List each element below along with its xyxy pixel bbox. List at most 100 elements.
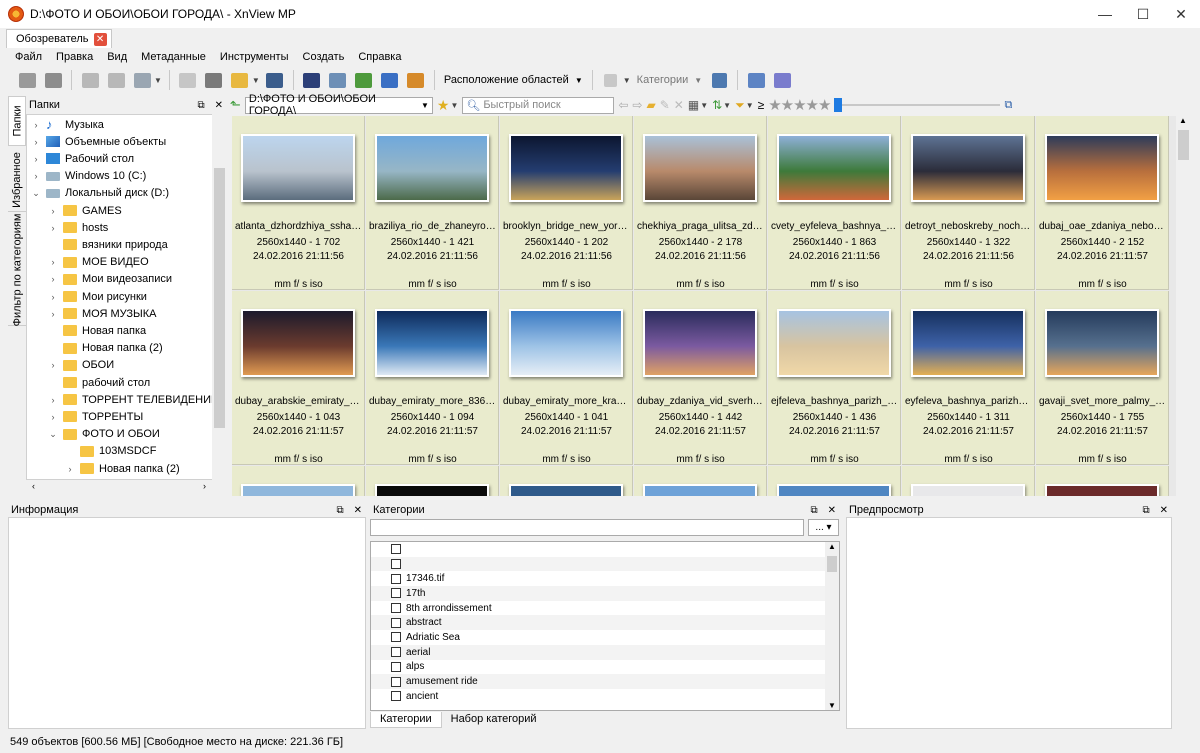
category-scrollbar[interactable]: ▲ ▼ [825,542,839,710]
category-item[interactable]: abstract [371,615,839,631]
thumbnail-image[interactable] [1045,134,1159,202]
scroll-up-icon[interactable]: ▲ [828,542,836,551]
thumbnail-item[interactable]: chekhiya_praga_ulitsa_zdani... 2560x1440 … [634,116,767,290]
menu-view[interactable]: Вид [100,51,134,63]
thumbnail-image[interactable] [509,309,623,377]
vtab-category-filter[interactable]: Фильтр по категориям [8,213,26,326]
thumbnail-image[interactable] [1045,484,1159,496]
menu-file[interactable]: Файл [8,51,49,63]
expand-icon[interactable]: › [48,223,58,233]
sort-icon[interactable]: ⇅ [712,98,722,112]
tab-browser[interactable]: Обозреватель ✕ [6,29,112,48]
thumbnail-item[interactable]: brooklyn_bridge_new_york_... 2560x1440 - … [500,116,633,290]
expand-icon[interactable]: › [48,360,58,370]
tree-item[interactable]: › ТОРРЕНТ ТЕЛЕВИДЕНИЕ [48,391,219,408]
rotate-right-icon[interactable] [105,69,127,91]
tree-view-icon[interactable] [708,69,730,91]
thumbnail-image[interactable] [777,309,891,377]
scroll-right-icon[interactable]: › [203,481,206,491]
thumbnail-item[interactable] [366,466,499,496]
tree-item[interactable]: › МОЕ ВИДЕО [48,254,149,271]
expand-icon[interactable]: › [31,137,41,147]
category-item[interactable]: alps [371,660,839,675]
expand-icon[interactable]: › [31,154,41,164]
image-menu-icon[interactable] [131,69,153,91]
settings-icon[interactable] [745,69,767,91]
thumbnail-item[interactable]: eyfeleva_bashnya_parizh_n... 2560x1440 - … [902,291,1035,465]
category-checkbox[interactable] [391,676,401,687]
back-view-icon[interactable] [16,69,38,91]
tree-item[interactable]: › Мои видеозаписи [48,271,173,288]
go-up-icon[interactable]: ⬑ [230,97,241,113]
category-item[interactable]: 8th arrondissement [371,601,839,616]
category-item[interactable]: 17346.tif [371,571,839,586]
menu-help[interactable]: Справка [351,51,408,63]
undock-icon[interactable]: ⧉ [1142,505,1149,516]
tree-item[interactable]: Новая папка [48,322,146,339]
fullscreen-icon[interactable] [42,69,64,91]
scroll-thumb[interactable] [214,168,225,428]
close-icon[interactable]: ✕ [354,505,362,516]
tree-item[interactable]: Новая папка (2) [48,340,163,357]
thumbnail-item[interactable] [232,466,365,496]
thumbnail-image[interactable] [777,484,891,496]
tree-item[interactable]: › Мои рисунки [48,288,147,305]
rating-filter-stars[interactable]: ★★★★★ [768,96,831,114]
categories-toolbar-icon[interactable] [600,69,622,91]
tree-item[interactable]: › ТОРРЕНТЫ [48,408,144,425]
category-item[interactable] [371,556,839,572]
collapse-icon[interactable]: ⌄ [31,188,41,199]
thumbnail-item[interactable]: ejfeleva_bashnya_parizh_zol... 2560x1440 … [768,291,901,465]
category-checkbox[interactable] [391,588,401,599]
tree-item[interactable]: › hosts [48,219,109,236]
layout-dropdown[interactable]: Расположение областей ▼ [442,74,585,86]
tree-item[interactable]: › ♪ Музыка [31,116,104,133]
category-checkbox[interactable] [391,647,401,658]
print-icon[interactable] [203,69,225,91]
maximize-button[interactable]: ☐ [1124,0,1162,28]
category-checkbox[interactable] [391,617,401,628]
menu-tools[interactable]: Инструменты [213,51,296,63]
thumbnail-item[interactable]: dubay_arabskie_emiraty_no... 2560x1440 - … [232,291,365,465]
tree-item[interactable]: 103MSDCF [65,443,156,460]
thumbnail-item[interactable] [768,466,901,496]
expand-icon[interactable]: › [48,395,58,405]
tab-categories[interactable]: Категории [370,712,442,728]
rotate-left-icon[interactable] [79,69,101,91]
expand-icon[interactable]: › [48,274,58,284]
undock-icon[interactable]: ⧉ [810,505,817,516]
tree-item[interactable]: ⌄ ФОТО И ОБОИ [48,426,160,443]
undock-icon[interactable]: ⧉ [197,100,204,111]
category-checkbox[interactable] [391,544,401,555]
tree-hscrollbar[interactable]: ‹ › [26,480,212,495]
filter-dropdown-icon[interactable]: ▼ [746,101,754,110]
tab-category-sets[interactable]: Набор категорий [442,712,546,728]
category-item[interactable]: amusement ride [371,674,839,689]
tree-item[interactable]: вязники природа [48,236,168,253]
vtab-folders[interactable]: Папки [8,96,26,146]
thumbnail-item[interactable]: braziliya_rio_de_zhaneyro_s... 2560x1440 … [366,116,499,290]
scroll-thumb[interactable] [1178,130,1189,160]
thumbnail-image[interactable] [375,484,489,496]
menu-edit[interactable]: Правка [49,51,100,63]
open-icon[interactable] [229,69,251,91]
category-checkbox[interactable] [391,661,401,672]
thumbnail-item[interactable] [500,466,633,496]
thumbnail-image[interactable] [777,134,891,202]
view-mode-dropdown-icon[interactable]: ▼ [700,101,708,110]
image-menu-dropdown-icon[interactable]: ▼ [154,76,162,85]
open-dropdown-icon[interactable]: ▼ [252,76,260,85]
thumbnail-image[interactable] [375,309,489,377]
sort-dropdown-icon[interactable]: ▼ [723,101,731,110]
thumbnail-item[interactable]: gavaji_svet_more_palmy_n... 2560x1440 - 1… [1036,291,1169,465]
thumbnail-image[interactable] [643,134,757,202]
favorite-star-icon[interactable]: ★ [437,97,450,114]
tree-item[interactable]: › Новая папка (2) [65,460,180,477]
thumbnail-image[interactable] [911,134,1025,202]
capture-icon[interactable] [379,69,401,91]
filter-icon[interactable]: ⏷ [735,98,745,113]
scroll-down-icon[interactable]: ▼ [828,701,836,710]
expand-icon[interactable]: › [48,292,58,302]
expand-icon[interactable]: › [65,464,75,474]
tree-item[interactable]: › Объемные объекты [31,133,167,150]
